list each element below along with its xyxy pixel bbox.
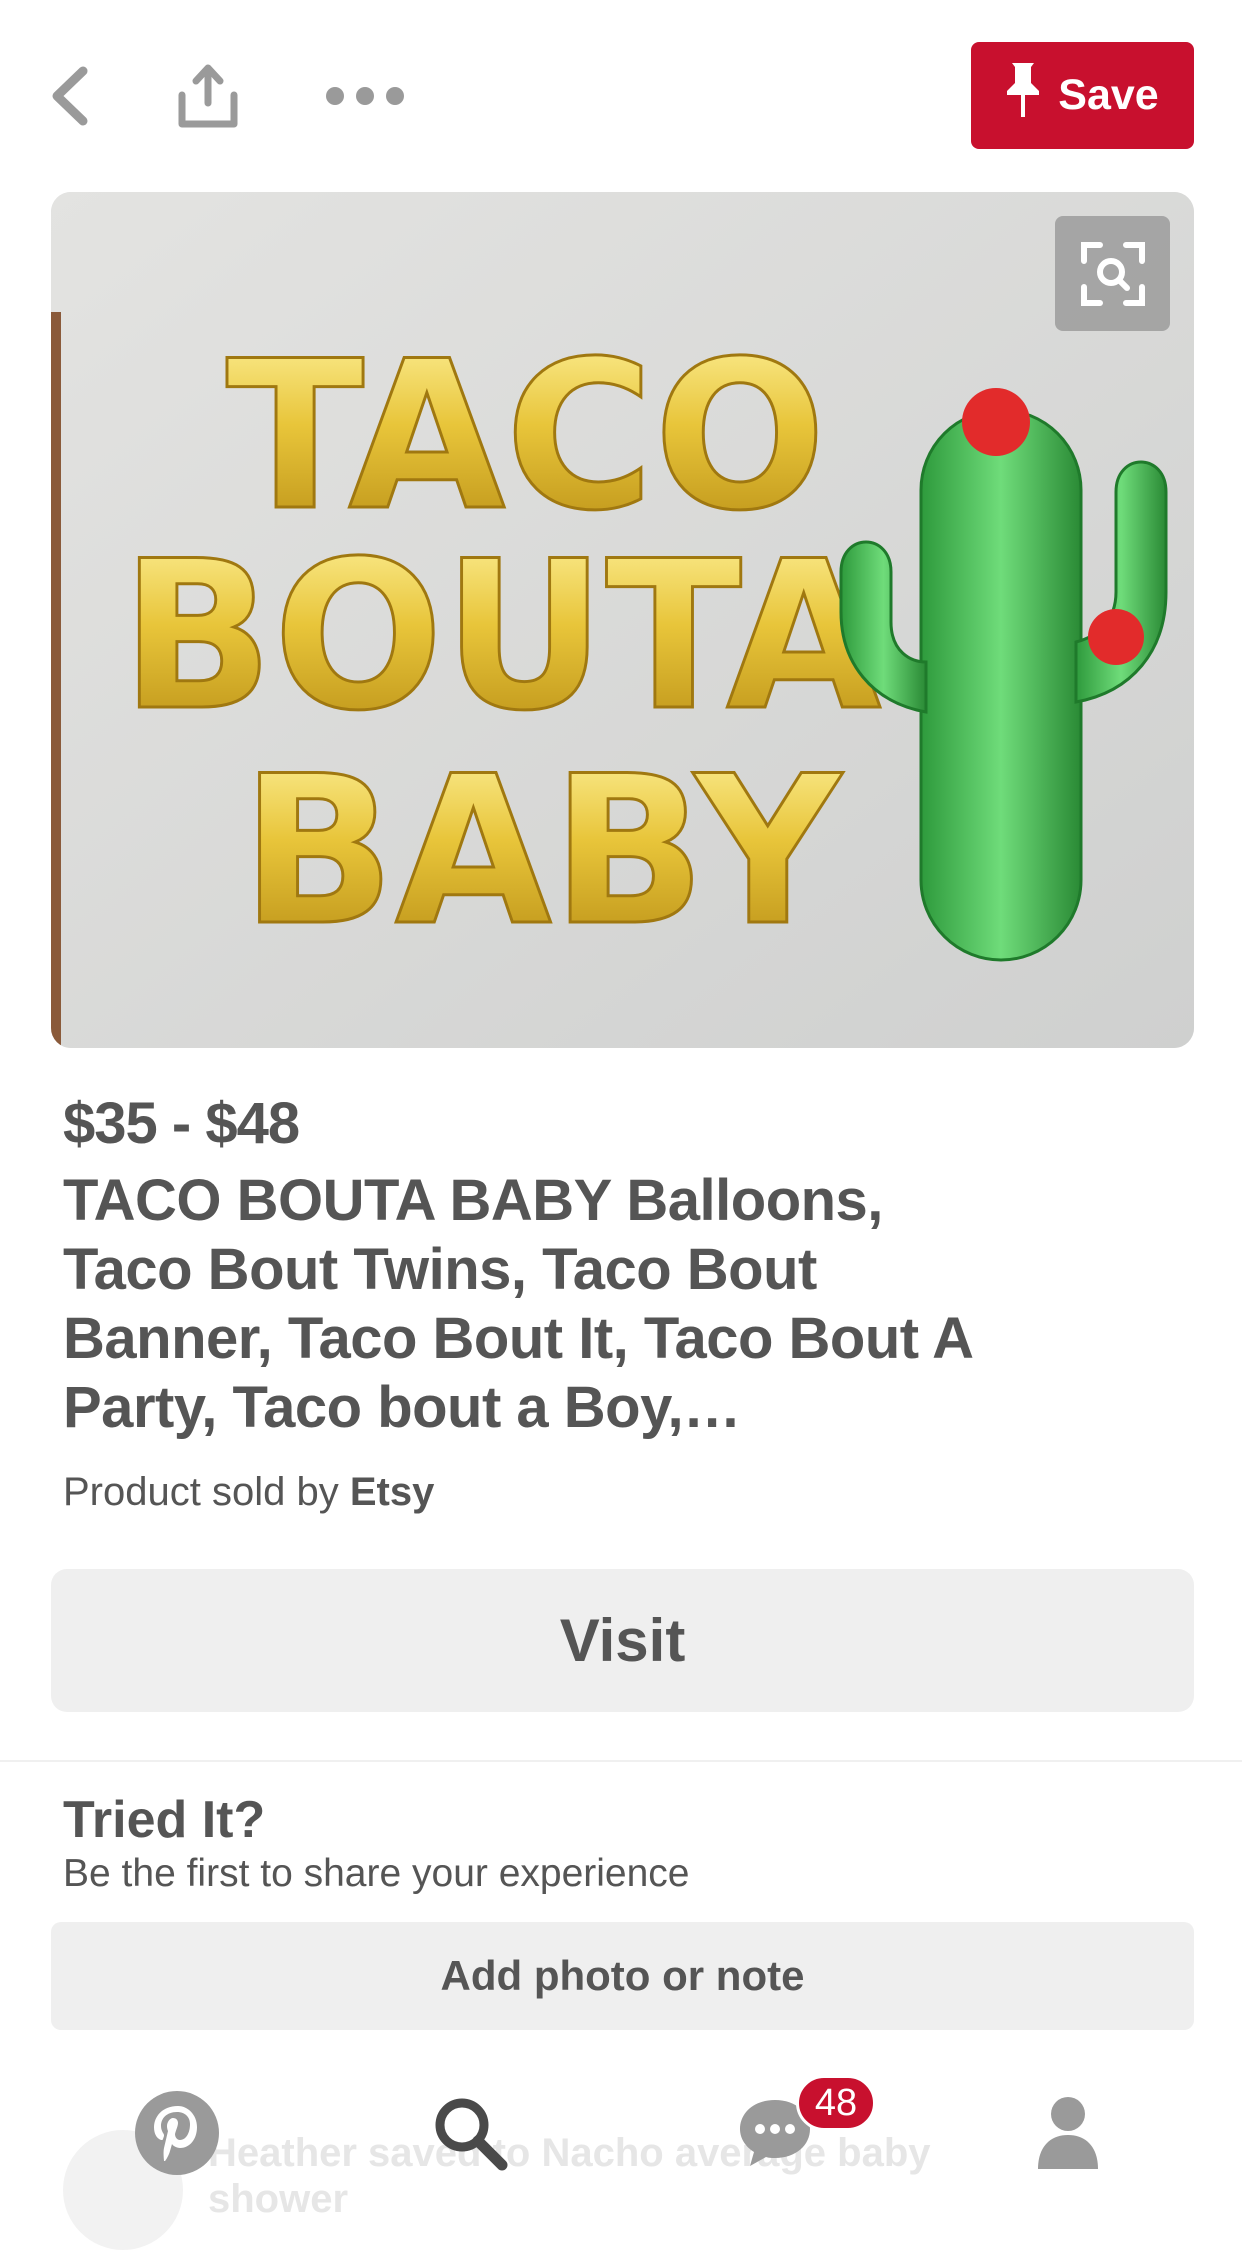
- seller-info: Product sold by Etsy: [63, 1470, 434, 1515]
- nav-profile[interactable]: [1013, 2080, 1123, 2190]
- chevron-left-icon[interactable]: [30, 56, 110, 136]
- product-price: $35 - $48: [63, 1091, 300, 1156]
- balloon-word-bouta: BOUTA: [121, 518, 881, 756]
- more-dots-icon[interactable]: [325, 56, 405, 136]
- save-button[interactable]: Save: [971, 42, 1194, 149]
- tried-it-title: Tried It?: [63, 1791, 266, 1849]
- pinterest-logo-icon: [134, 2090, 220, 2181]
- activity-text: Heather saved to Nacho average baby show…: [208, 2131, 931, 2221]
- nav-search[interactable]: [415, 2080, 525, 2190]
- section-divider: [0, 1760, 1242, 1762]
- messages-badge: 48: [796, 2075, 876, 2131]
- product-title: TACO BOUTA BABY Balloons, Taco Bout Twin…: [63, 1168, 972, 1440]
- profile-icon: [1036, 2095, 1100, 2176]
- save-label: Save: [1058, 71, 1159, 119]
- nav-home[interactable]: [122, 2080, 232, 2190]
- balloon-word-baby: BABY: [241, 733, 844, 971]
- product-image[interactable]: TACO BOUTA BABY: [51, 192, 1194, 1048]
- add-photo-or-note-button[interactable]: Add photo or note: [51, 1922, 1194, 2030]
- seller-prefix: Product sold by: [63, 1470, 350, 1514]
- visual-search-icon[interactable]: [1055, 216, 1170, 331]
- search-icon: [430, 2093, 510, 2178]
- top-bar: Save: [0, 0, 1242, 180]
- tried-it-subtitle: Be the first to share your experience: [63, 1852, 690, 1895]
- share-icon[interactable]: [168, 56, 248, 136]
- pin-icon: [1006, 61, 1040, 130]
- visit-button[interactable]: Visit: [51, 1569, 1194, 1712]
- seller-name[interactable]: Etsy: [350, 1470, 435, 1514]
